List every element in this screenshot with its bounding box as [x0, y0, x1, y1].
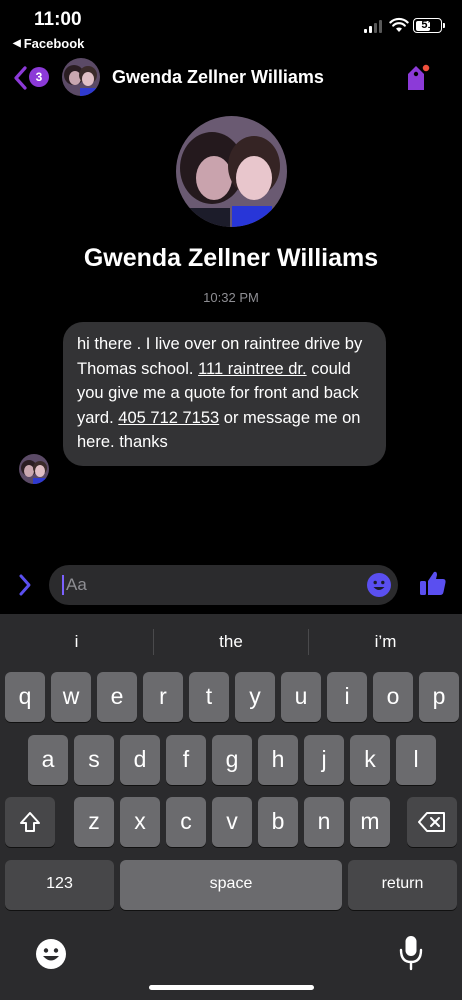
thumbs-up-icon[interactable] [418, 568, 448, 598]
emoji-icon[interactable] [367, 573, 391, 597]
battery-level: 51 [421, 19, 434, 31]
key-i[interactable]: i [327, 672, 367, 722]
message-composer[interactable] [49, 565, 398, 605]
key-x[interactable]: x [120, 797, 160, 847]
suggestion-3[interactable]: i’m [309, 614, 462, 669]
back-chevron-icon[interactable] [12, 65, 28, 91]
key-g[interactable]: g [212, 735, 252, 785]
incoming-message-bubble[interactable]: hi there . I live over on raintree drive… [63, 322, 386, 466]
back-to-app-link[interactable]: ◀ Facebook [13, 36, 84, 51]
space-key[interactable]: space [120, 860, 342, 910]
unread-count-badge: 3 [29, 67, 49, 87]
wifi-icon [389, 17, 409, 32]
key-y[interactable]: y [235, 672, 275, 722]
suggestion-1[interactable]: i [0, 614, 153, 669]
message-timestamp: 10:32 PM [203, 290, 259, 305]
sender-photo-icon [19, 454, 49, 484]
signal-icon [364, 19, 382, 33]
key-h[interactable]: h [258, 735, 298, 785]
key-d[interactable]: d [120, 735, 160, 785]
predictive-text-bar: i the i’m [0, 614, 462, 669]
key-m[interactable]: m [350, 797, 390, 847]
header-contact-name[interactable]: Gwenda Zellner Williams [112, 67, 324, 88]
battery-icon: 51 [413, 18, 445, 33]
home-indicator[interactable] [149, 985, 314, 990]
key-e[interactable]: e [97, 672, 137, 722]
keyboard-emoji-icon[interactable] [35, 938, 67, 970]
key-l[interactable]: l [396, 735, 436, 785]
key-k[interactable]: k [350, 735, 390, 785]
key-j[interactable]: j [304, 735, 344, 785]
profile-name: Gwenda Zellner Williams [83, 244, 379, 272]
key-u[interactable]: u [281, 672, 321, 722]
key-n[interactable]: n [304, 797, 344, 847]
profile-photo-icon [176, 116, 287, 227]
back-triangle-icon: ◀ [13, 38, 21, 49]
key-p[interactable]: p [419, 672, 459, 722]
return-key[interactable]: return [348, 860, 457, 910]
text-caret [62, 575, 64, 595]
numbers-key[interactable]: 123 [5, 860, 114, 910]
sender-avatar[interactable] [19, 454, 49, 484]
tag-notification-icon[interactable] [404, 62, 436, 94]
contact-avatar[interactable] [62, 58, 100, 96]
shift-arrow-icon [20, 812, 40, 832]
key-a[interactable]: a [28, 735, 68, 785]
key-b[interactable]: b [258, 797, 298, 847]
shift-key[interactable] [5, 797, 55, 847]
key-r[interactable]: r [143, 672, 183, 722]
chat-header: 3 Gwenda Zellner Williams [0, 56, 462, 102]
key-c[interactable]: c [166, 797, 206, 847]
key-q[interactable]: q [5, 672, 45, 722]
key-f[interactable]: f [166, 735, 206, 785]
key-o[interactable]: o [373, 672, 413, 722]
key-z[interactable]: z [74, 797, 114, 847]
clock: 11:00 [34, 9, 82, 30]
status-bar: 11:00 ◀ Facebook 51 [0, 0, 462, 56]
key-t[interactable]: t [189, 672, 229, 722]
suggestion-2[interactable]: the [154, 614, 308, 669]
phone-number-link[interactable]: 405 712 7153 [118, 409, 219, 427]
expand-actions-chevron-icon[interactable] [16, 572, 34, 598]
address-link[interactable]: 111 raintree dr. [198, 360, 307, 378]
key-w[interactable]: w [51, 672, 91, 722]
dictation-mic-icon[interactable] [398, 934, 424, 972]
delete-key[interactable] [407, 797, 457, 847]
key-s[interactable]: s [74, 735, 114, 785]
back-app-label: Facebook [23, 36, 85, 51]
key-v[interactable]: v [212, 797, 252, 847]
profile-avatar[interactable] [176, 116, 287, 227]
message-input[interactable] [66, 565, 346, 605]
avatar-photo-icon [62, 58, 100, 96]
backspace-icon [418, 812, 445, 832]
